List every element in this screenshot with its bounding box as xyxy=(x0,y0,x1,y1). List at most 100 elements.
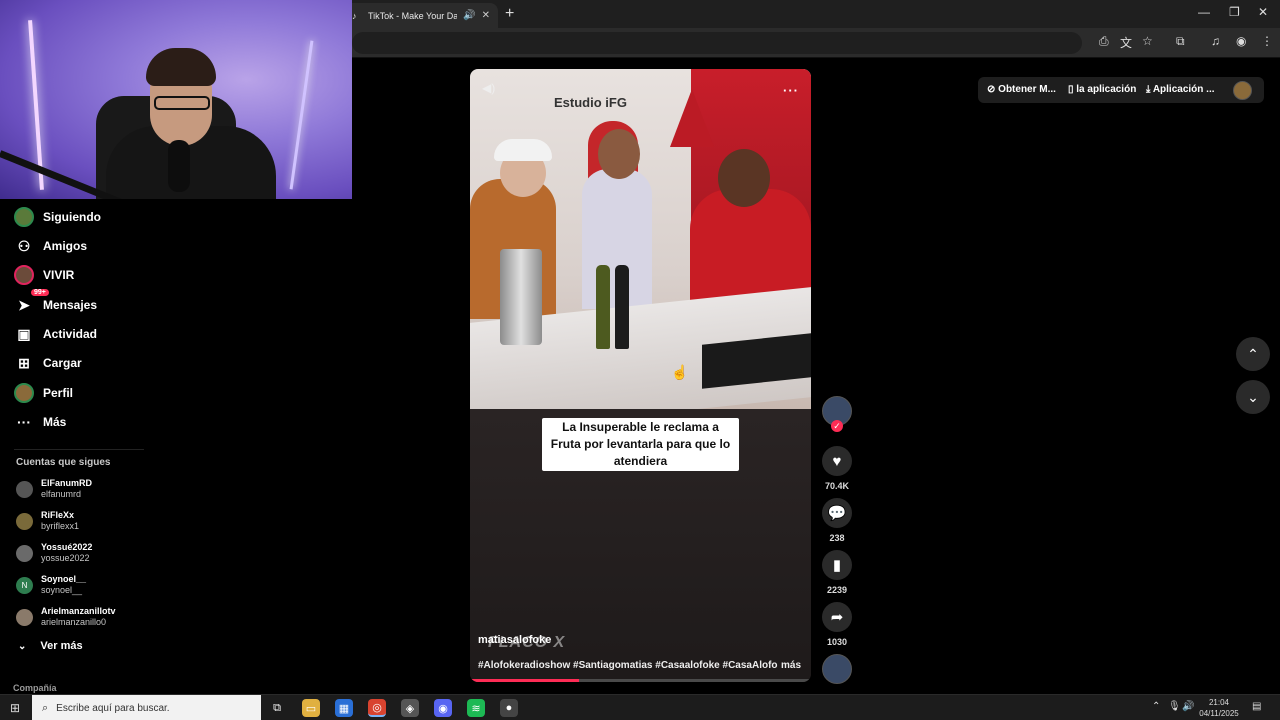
sound-avatar[interactable] xyxy=(822,654,852,684)
profile-icon[interactable]: ◉ xyxy=(1236,34,1246,48)
task-view-icon[interactable]: ⧉ xyxy=(268,699,286,717)
download-app-button[interactable]: ⤓ Aplicación ... xyxy=(1146,84,1215,95)
video-scene: Estudio iFG xyxy=(470,69,811,433)
see-more-label: Ver más xyxy=(40,640,83,652)
streamer-glasses xyxy=(154,96,210,110)
close-window-button[interactable]: ✕ xyxy=(1258,5,1268,19)
volume-icon[interactable]: 🔊 xyxy=(1182,701,1194,712)
following-account[interactable]: N Soynoel__ soynoel__ xyxy=(16,574,86,596)
mouse-cursor-icon: ☝ xyxy=(671,364,689,380)
scene-person-right-head xyxy=(718,149,770,207)
app-icon[interactable]: ◈ xyxy=(401,699,419,717)
video-more-link[interactable]: más xyxy=(781,660,801,671)
chrome-menu-icon[interactable]: ⋮ xyxy=(1261,34,1273,48)
sidebar-item-upload[interactable]: ⊞ Cargar xyxy=(14,353,82,373)
store-icon[interactable]: ▦ xyxy=(335,699,353,717)
sidebar-item-profile[interactable]: Perfil xyxy=(14,383,73,403)
sidebar: Siguiendo ⚇ Amigos VIVIR ➤ 99+ Mensajes ▣… xyxy=(0,199,352,694)
see-more-button[interactable]: ⌄ Ver más xyxy=(18,640,83,652)
open-app-button[interactable]: ▯ la aplicación xyxy=(1068,84,1136,95)
new-tab-button[interactable]: + xyxy=(505,5,514,23)
sidebar-item-activity[interactable]: ▣ Actividad xyxy=(14,324,97,344)
sidebar-item-label: Mensajes xyxy=(43,298,98,312)
previous-video-button[interactable]: ⌃ xyxy=(1236,337,1270,371)
sidebar-item-messages[interactable]: ➤ 99+ Mensajes xyxy=(14,289,98,315)
extensions-icon[interactable]: ⧉ xyxy=(1176,34,1185,49)
upload-icon: ⊞ xyxy=(18,354,30,371)
scene-studio-sign: Estudio iFG xyxy=(554,95,627,110)
follow-plus-icon[interactable]: ✓ xyxy=(831,420,843,432)
tray-chevron-icon[interactable]: ⌃ xyxy=(1152,701,1160,712)
following-account[interactable]: ElFanumRD elfanumrd xyxy=(16,478,92,500)
video-caption: La Insuperable le reclama a Fruta por le… xyxy=(542,418,739,471)
sidebar-item-label: Actividad xyxy=(43,327,98,341)
get-app-label: Obtener M... xyxy=(998,84,1056,95)
volume-icon[interactable]: ◀) xyxy=(482,81,495,95)
install-app-icon[interactable]: ⎙ xyxy=(1099,34,1109,49)
save-button[interactable]: ▮ xyxy=(822,550,852,580)
sidebar-item-friends[interactable]: ⚇ Amigos xyxy=(14,236,87,256)
obs-icon[interactable]: ● xyxy=(500,699,518,717)
notification-icon[interactable]: ▤ xyxy=(1252,701,1261,712)
video-player[interactable]: Estudio iFG ◀) ··· La Insuperable le rec… xyxy=(470,69,811,682)
following-account[interactable]: RiFleXx byriflexx1 xyxy=(16,510,79,532)
sidebar-item-more[interactable]: ··· Más xyxy=(14,412,66,432)
account-username: elfanumrd xyxy=(41,489,82,499)
audio-playing-icon[interactable]: 🔊 xyxy=(463,10,475,21)
sidebar-item-live[interactable]: VIVIR xyxy=(14,265,74,285)
video-username[interactable]: matiasalofoke xyxy=(478,634,551,646)
get-app-button[interactable]: ⊘ Obtener M... xyxy=(987,84,1056,95)
following-account[interactable]: Arielmanzanillotv arielmanzanillo0 xyxy=(16,606,116,628)
following-account[interactable]: Yossué2022 yossue2022 xyxy=(16,542,92,564)
account-display-name: ElFanumRD xyxy=(41,478,93,488)
account-display-name: Yossué2022 xyxy=(41,542,93,552)
minimize-button[interactable]: — xyxy=(1198,5,1210,19)
following-avatar-icon xyxy=(14,207,34,227)
tab-title: TikTok - Make Your Day xyxy=(368,10,458,21)
screen: ♪ TikTok - Make Your Day 🔊 ✕ + — ❐ ✕ ⎙ 文… xyxy=(0,0,1280,720)
video-hashtags[interactable]: #Alofokeradioshow #Santiagomatias #Casaa… xyxy=(478,660,778,671)
microphone-icon[interactable]: 🎙 xyxy=(1168,701,1181,712)
comment-button[interactable]: 💬 xyxy=(822,498,852,528)
streamer-hair xyxy=(146,48,216,86)
share-button[interactable]: ➦ xyxy=(822,602,852,632)
sidebar-item-label: Cargar xyxy=(43,356,82,370)
account-avatar xyxy=(16,544,33,562)
webcam-overlay xyxy=(0,0,352,199)
more-dots-icon: ··· xyxy=(17,414,31,430)
messages-badge: 99+ xyxy=(31,289,49,296)
sidebar-item-following[interactable]: Siguiendo xyxy=(14,207,101,227)
company-link[interactable]: Compañía xyxy=(13,683,57,693)
share-arrow-icon: ➦ xyxy=(830,609,844,626)
account-avatar: N xyxy=(16,576,33,594)
taskbar-clock[interactable]: 21:04 04/11/2025 xyxy=(1197,697,1241,719)
chevron-up-icon: ⌃ xyxy=(1247,345,1259,362)
share-count: 1030 xyxy=(826,637,848,647)
restore-button[interactable]: ❐ xyxy=(1229,5,1240,19)
translate-icon[interactable]: 文 xyxy=(1120,34,1132,51)
account-username: yossue2022 xyxy=(41,553,90,563)
tab-close-icon[interactable]: ✕ xyxy=(482,10,490,21)
comment-icon: 💬 xyxy=(827,505,847,522)
taskbar-search[interactable]: ⌕ Escribe aquí para buscar. xyxy=(32,695,261,720)
next-video-button[interactable]: ⌄ xyxy=(1236,380,1270,414)
video-progress-bar[interactable] xyxy=(470,679,811,682)
browser-tab[interactable]: ♪ TikTok - Make Your Day 🔊 ✕ xyxy=(344,3,498,28)
file-explorer-icon[interactable]: ▭ xyxy=(302,699,320,717)
user-avatar[interactable] xyxy=(1233,81,1252,100)
more-options-icon[interactable]: ··· xyxy=(783,83,799,98)
scene-pitcher xyxy=(500,249,542,345)
media-control-icon[interactable]: ♫ xyxy=(1211,34,1220,48)
chrome-icon[interactable]: ◎ xyxy=(368,699,386,717)
account-avatar xyxy=(16,608,33,626)
spotify-icon[interactable]: ≋ xyxy=(467,699,485,717)
account-display-name: Soynoel__ xyxy=(41,574,87,584)
windows-start-icon[interactable]: ⊞ xyxy=(10,701,20,715)
friends-icon: ⚇ xyxy=(17,237,31,254)
discord-icon[interactable]: ◉ xyxy=(434,699,452,717)
like-button[interactable]: ♥ xyxy=(822,446,852,476)
address-bar[interactable] xyxy=(352,32,1082,54)
bookmark-star-icon[interactable]: ☆ xyxy=(1142,34,1153,48)
account-username: arielmanzanillo0 xyxy=(41,617,107,627)
account-username: soynoel__ xyxy=(41,585,83,595)
